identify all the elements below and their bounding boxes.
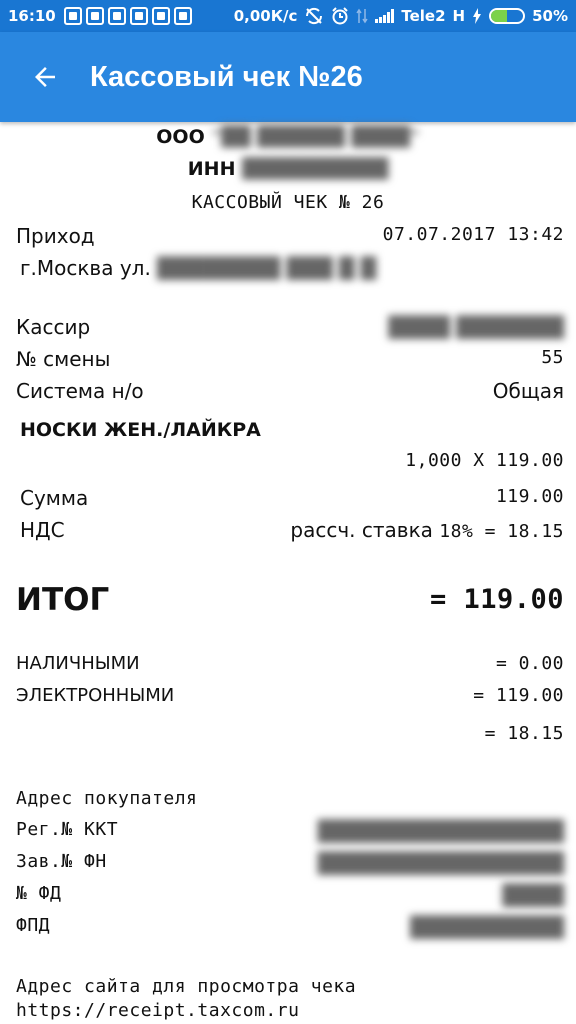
address-prefix: г.Москва ул.	[20, 256, 151, 280]
address-line: г.Москва ул. ████████ ███ █ █	[20, 256, 376, 280]
shift-label: № смены	[16, 347, 111, 371]
back-button[interactable]	[0, 32, 90, 122]
shift-value: 55	[541, 347, 564, 368]
battery-fill	[491, 10, 508, 22]
data-arrows-icon	[356, 8, 368, 24]
notification-icon	[107, 7, 126, 25]
notification-icon	[85, 7, 104, 25]
fpd-label: ФПД	[16, 915, 51, 936]
sum-value: 119.00	[495, 486, 564, 507]
site-label: Адрес сайта для просмотра чека	[16, 976, 357, 997]
inn-line: ИНН ██████████	[0, 158, 576, 180]
org-prefix: ООО	[156, 126, 205, 148]
electronic-label: ЭЛЕКТРОННЫМИ	[16, 685, 175, 706]
fd-number: ████	[502, 883, 564, 907]
cashier-value: ████ ███████	[388, 315, 564, 339]
total-label: ИТОГ	[16, 582, 110, 618]
sum-label: Сумма	[20, 486, 89, 510]
status-time: 16:10	[8, 7, 56, 25]
item-name: НОСКИ ЖЕН./ЛАЙКРА	[20, 419, 261, 441]
vat-label: НДС	[20, 518, 65, 542]
signal-icon	[375, 9, 395, 23]
receipt: ООО "██ ██████ ████" ИНН ██████████ КАСС…	[0, 122, 576, 1024]
fn-value: ████████████████	[318, 851, 564, 875]
vat-total-value: = 18.15	[484, 723, 564, 744]
cashier-name: ████ ███████	[388, 315, 564, 339]
carrier-name: Tele2	[401, 7, 446, 25]
network-speed: 0,00К/с	[233, 7, 298, 25]
notification-icon	[151, 7, 170, 25]
cashier-label: Кассир	[16, 315, 91, 339]
charging-icon	[473, 8, 482, 24]
cash-value: = 0.00	[495, 653, 564, 674]
electronic-value: = 119.00	[473, 685, 564, 706]
doc-title: КАССОВЫЙ ЧЕК № 26	[191, 192, 385, 213]
tax-system-value: Общая	[492, 379, 564, 403]
vat-value: 18% = 18.15	[439, 521, 564, 542]
fpd-value: ██████████	[410, 915, 564, 939]
status-bar: 16:10 0,00К/с Tele2 H 50%	[0, 0, 576, 32]
notification-icon	[129, 7, 148, 25]
battery-icon	[489, 8, 526, 24]
battery-percent: 50%	[532, 7, 568, 25]
site-url[interactable]: https://receipt.taxcom.ru	[16, 1000, 299, 1021]
arrow-back-icon	[35, 67, 55, 87]
kkt-value: ████████████████	[318, 819, 564, 843]
sync-off-icon	[306, 7, 323, 25]
status-right: 0,00К/с Tele2 H 50%	[234, 7, 568, 25]
org-name: "██ ██████ ████"	[211, 126, 420, 148]
fd-value: ████	[502, 883, 564, 907]
vat-rate-label: рассч. ставка	[290, 518, 433, 542]
operation-type: Приход	[16, 224, 95, 248]
org-line: ООО "██ ██████ ████"	[0, 126, 576, 148]
receipt-datetime: 07.07.2017 13:42	[382, 224, 564, 245]
fd-label: № ФД	[16, 883, 62, 904]
cash-label: НАЛИЧНЫМИ	[16, 653, 140, 674]
alarm-icon	[332, 7, 349, 25]
inn-value: ██████████	[242, 158, 389, 180]
notification-icon	[63, 7, 82, 25]
fn-label: Зав.№ ФН	[16, 851, 107, 872]
kkt-label: Рег.№ ККТ	[16, 819, 119, 840]
app-bar: Кассовый чек №26	[0, 32, 576, 122]
tax-system-label: Система н/о	[16, 379, 144, 403]
address-value: ████████ ███ █ █	[157, 256, 377, 280]
total-value: = 119.00	[429, 584, 564, 615]
vat-line: рассч. ставка 18% = 18.15	[290, 518, 564, 542]
notification-icon	[173, 7, 192, 25]
network-type: H	[452, 7, 466, 25]
page-title: Кассовый чек №26	[90, 60, 363, 93]
kkt-number: ████████████████	[317, 819, 564, 843]
notification-icons	[63, 7, 192, 25]
fn-number: ████████████████	[317, 851, 564, 875]
fpd-number: ██████████	[410, 915, 564, 939]
item-qty-price: 1,000 X 119.00	[405, 450, 564, 471]
inn-label: ИНН	[187, 158, 236, 180]
buyer-address-label: Адрес покупателя	[16, 788, 198, 809]
